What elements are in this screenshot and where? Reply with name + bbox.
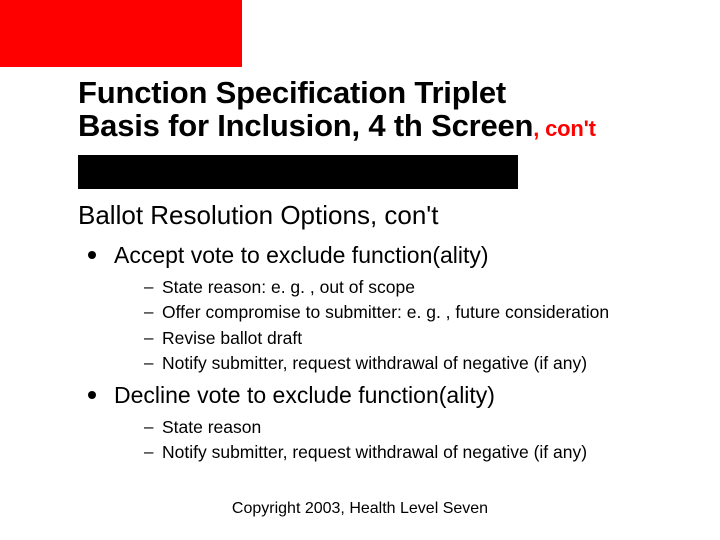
title-line2-main: Basis for Inclusion, 4 th Screen (78, 108, 533, 143)
list-item-label: Notify submitter, request withdrawal of … (162, 352, 587, 376)
dash-icon: – (144, 442, 162, 462)
accent-block (0, 0, 242, 67)
dash-icon: – (144, 328, 162, 348)
section-subhead: Ballot Resolution Options, con't (78, 200, 439, 231)
content-area: Accept vote to exclude function(ality) –… (78, 236, 638, 469)
list-item: Decline vote to exclude function(ality) (88, 382, 638, 410)
title-continuation: , con't (533, 116, 596, 141)
dash-icon: – (144, 417, 162, 437)
list-item-label: Accept vote to exclude function(ality) (114, 242, 489, 270)
list-item: – State reason: e. g. , out of scope (144, 276, 638, 300)
dash-icon: – (144, 353, 162, 373)
copyright-footer: Copyright 2003, Health Level Seven (0, 500, 720, 518)
dash-icon: – (144, 277, 162, 297)
list-item-label: Decline vote to exclude function(ality) (114, 382, 495, 410)
list-item-label: State reason (162, 416, 261, 440)
list-item-label: Offer compromise to submitter: e. g. , f… (162, 301, 609, 325)
list-item: – Offer compromise to submitter: e. g. ,… (144, 301, 638, 325)
dash-icon: – (144, 302, 162, 322)
sublist: – State reason: e. g. , out of scope – O… (144, 276, 638, 377)
list-item-label: Revise ballot draft (162, 327, 302, 351)
list-item: – State reason (144, 416, 638, 440)
list-item: – Revise ballot draft (144, 327, 638, 351)
list-item-label: State reason: e. g. , out of scope (162, 276, 415, 300)
list-item: – Notify submitter, request withdrawal o… (144, 352, 638, 376)
list-item: – Notify submitter, request withdrawal o… (144, 441, 638, 465)
list-item-label: Notify submitter, request withdrawal of … (162, 441, 587, 465)
title-line2: Basis for Inclusion, 4 th Screen, con't (78, 109, 698, 142)
bullet-icon (88, 391, 96, 399)
sublist: – State reason – Notify submitter, reque… (144, 416, 638, 465)
title-line1: Function Specification Triplet (78, 76, 698, 109)
bullet-icon (88, 251, 96, 259)
list-item: Accept vote to exclude function(ality) (88, 242, 638, 270)
divider-bar (78, 155, 518, 189)
slide-title: Function Specification Triplet Basis for… (78, 76, 698, 143)
